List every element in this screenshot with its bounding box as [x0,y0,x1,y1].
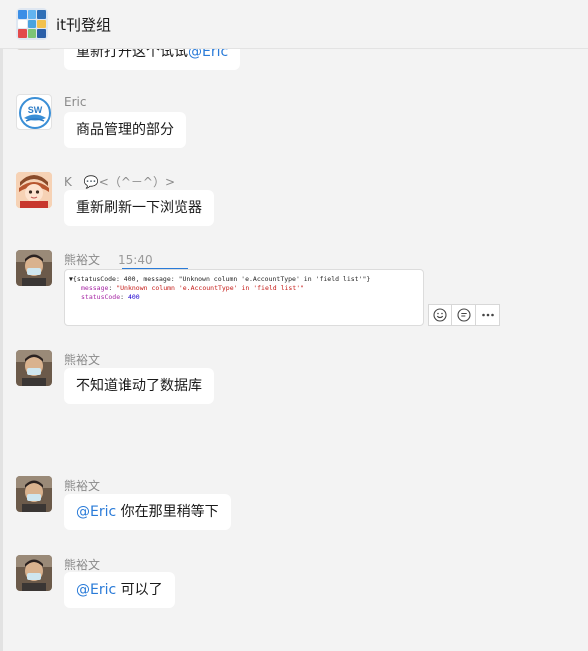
mention-link[interactable]: @Eric [76,504,116,520]
group-avatar-tile [18,19,27,29]
avatar[interactable] [16,172,52,208]
code-line: ▼{statusCode: 400, message: "Unknown col… [69,275,371,283]
message-bubble[interactable]: 重新刷新一下浏览器 [64,190,214,226]
message-text: 不知道谁动了数据库 [76,378,202,394]
svg-text:SW: SW [28,105,43,115]
avatar[interactable] [16,555,52,591]
reply-icon [456,308,471,322]
code-line: message: "Unknown column 'e.AccountType'… [81,284,305,292]
avatar[interactable] [16,350,52,386]
window-edge [0,0,3,651]
sender-name: 熊裕文 [64,479,101,493]
group-avatar[interactable] [16,8,48,40]
sender-name-text: 熊裕文 [64,253,101,267]
code-value: "Unknown column 'e.AccountType' in 'fiel… [116,284,305,292]
code-key: message [81,284,109,292]
group-avatar-tile [27,10,37,19]
group-avatar-tile [37,29,46,38]
message-bubble[interactable]: 不知道谁动了数据库 [64,368,214,404]
sender-name: 熊裕文 [64,353,101,367]
sender-name: K 💬<（^－^）> [64,175,176,189]
sender-name: Eric [64,95,87,109]
message-text: 你在那里稍等下 [116,504,219,520]
message-actions [428,304,500,326]
chat-title[interactable]: it刊登组 [56,14,111,35]
code-value: 400 [127,293,140,301]
message-text: 重新刷新一下浏览器 [76,200,202,216]
reply-button[interactable] [452,304,476,326]
message-time: 15:40 [118,253,153,267]
mention-link[interactable]: @Eric [76,582,116,598]
sw-logo-icon: SW [19,97,51,129]
group-avatar-tile [27,29,37,38]
message-text: 可以了 [116,582,163,598]
message-bubble[interactable]: 商品管理的部分 [64,112,186,148]
person-photo-icon [16,555,52,591]
message-bubble[interactable]: @Eric 你在那里稍等下 [64,494,231,530]
code-line: statusCode: 400 [81,293,140,301]
message-text: 商品管理的部分 [76,122,174,138]
group-avatar-tile [18,10,27,19]
emoji-icon [433,308,447,322]
person-photo-icon [16,350,52,386]
more-icon [481,313,494,317]
group-avatar-tile [37,19,46,29]
group-avatar-tile [18,29,27,38]
message-bubble[interactable]: @Eric 可以了 [64,572,175,608]
sender-name: 熊裕文 [64,558,101,572]
code-snippet-card[interactable]: ▼{statusCode: 400, message: "Unknown col… [64,269,424,326]
cartoon-avatar-icon [16,172,52,208]
group-avatar-tile [37,10,46,19]
code-key: statusCode [81,293,121,301]
emoji-reaction-button[interactable] [428,304,452,326]
avatar[interactable] [16,476,52,512]
chat-header: it刊登组 [0,0,588,49]
person-photo-icon [16,250,52,286]
more-options-button[interactable] [476,304,500,326]
person-photo-icon [16,476,52,512]
avatar[interactable] [16,250,52,286]
sender-name: 熊裕文 15:40 [64,251,153,268]
group-avatar-tile [27,19,37,29]
avatar[interactable]: SW [16,94,52,130]
